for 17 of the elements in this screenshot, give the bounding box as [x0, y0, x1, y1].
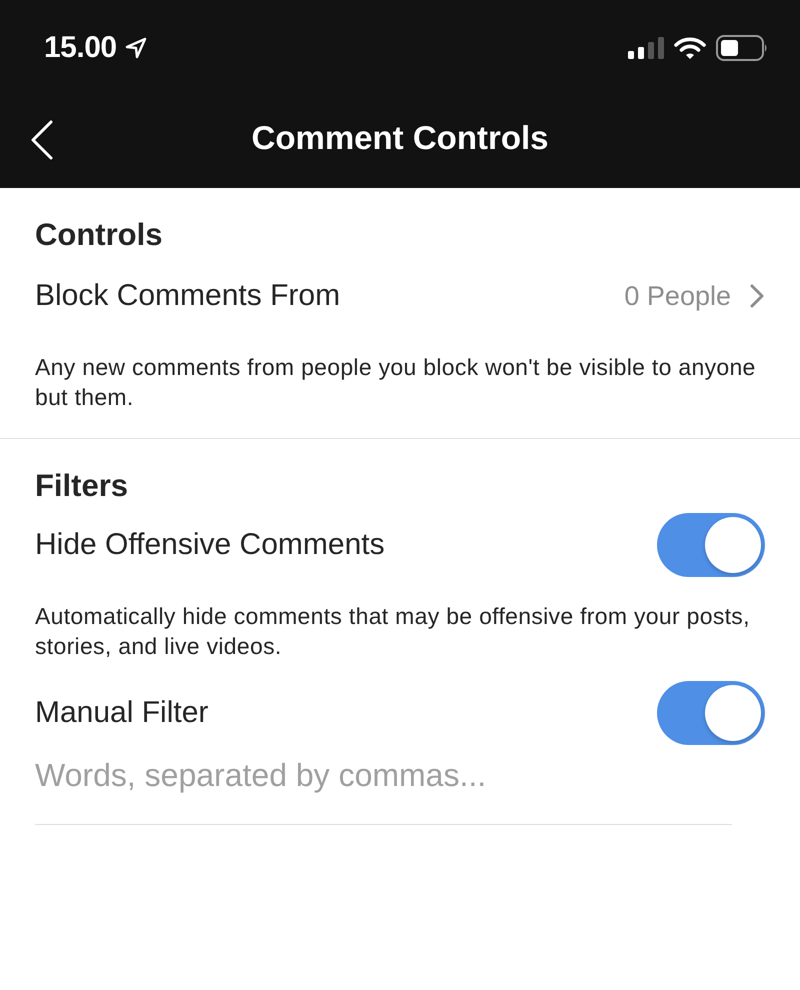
- chevron-left-icon: [30, 120, 54, 160]
- location-arrow-icon: [124, 36, 147, 58]
- chevron-right-icon[interactable]: [749, 283, 765, 309]
- screen-title: Comment Controls: [252, 118, 548, 156]
- filter-input-field[interactable]: Words, separated by commas...: [35, 735, 732, 825]
- battery-icon: [716, 34, 768, 60]
- setting-value[interactable]: 0 People: [624, 280, 731, 312]
- section-heading: Controls: [35, 216, 164, 254]
- section-heading: Filters: [35, 467, 130, 505]
- wifi-icon: [674, 36, 706, 60]
- setting-label: Manual Filter: [35, 696, 210, 730]
- setting-description: Automatically hide comments that may be offensive from your posts, stories, and live videos.: [35, 602, 751, 661]
- setting-label: Hide Offensive Comments: [35, 528, 386, 562]
- status-time: 15.00: [44, 30, 117, 64]
- signal-icon: [628, 36, 664, 58]
- setting-description: Any new comments from people you block won't be visible to anyone but them.: [35, 353, 757, 412]
- setting-label: Block Comments From: [35, 279, 342, 313]
